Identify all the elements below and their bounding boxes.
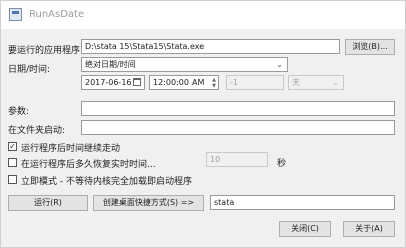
params-label: 参数: [8,107,30,117]
continue-checkbox[interactable]: ✓ [8,142,17,151]
restore-label: 在运行程序后多久恢复实时时间... [21,160,156,170]
app-label: 要运行的应用程序: [8,46,84,56]
startdir-label: 在文件夹启动: [8,126,66,136]
restore-seconds-input: 10 [206,152,268,167]
spinner-arrows-icon: ▲ ▼ [212,77,216,89]
app-path-input[interactable]: D:\stata 15\Stata15\Stata.exe [81,39,340,54]
run-button[interactable]: 运行(R) [8,195,88,211]
date-picker[interactable]: 2017-06-16 [81,75,145,90]
datetime-mode-select[interactable]: 绝对日期/时间 ⌄ [81,57,288,72]
title-bar: RunAsDate [1,1,405,29]
create-shortcut-button[interactable]: 创建桌面快捷方式(S) => [93,195,204,211]
checkmark-icon: ✓ [9,142,16,151]
about-button[interactable]: 关于(A) [343,221,395,237]
offset-unit-select: 天 ⌄ [288,75,344,90]
restore-unit: 秒 [277,159,287,169]
params-input[interactable] [81,101,395,116]
calendar-icon [133,78,141,86]
window-title: RunAsDate [29,9,85,20]
chevron-down-icon: ⌄ [332,78,339,87]
restore-checkbox[interactable] [8,158,17,167]
continue-label: 运行程序后时间继续走动 [21,144,121,154]
offset-input: -1 [226,75,284,90]
datetime-label: 日期/时间: [8,65,51,75]
close-button[interactable]: 关闭(C) [279,221,331,237]
immediate-checkbox[interactable] [8,175,17,184]
restore-seconds-value: 10 [210,155,221,164]
app-icon [9,8,22,21]
shortcut-name-input[interactable]: stata [210,195,395,210]
datetime-mode-value: 绝对日期/时间 [85,60,136,69]
immediate-label: 立即模式 - 不等待内核完全加载即启动程序 [21,177,192,187]
runasdate-window: RunAsDate 要运行的应用程序: D:\stata 15\Stata15\… [0,0,406,248]
chevron-down-icon: ⌄ [276,60,283,69]
offset-value: -1 [230,78,238,87]
startdir-input[interactable] [81,120,395,135]
browse-button[interactable]: 浏览(B)... [345,39,395,55]
time-spinner[interactable]: 12:00:00 AM ▲ ▼ [149,75,219,90]
date-value: 2017-06-16 [85,78,132,87]
time-suffix: AM [192,78,205,87]
time-value: 12:00:00 [153,78,189,87]
offset-unit-value: 天 [292,78,300,87]
